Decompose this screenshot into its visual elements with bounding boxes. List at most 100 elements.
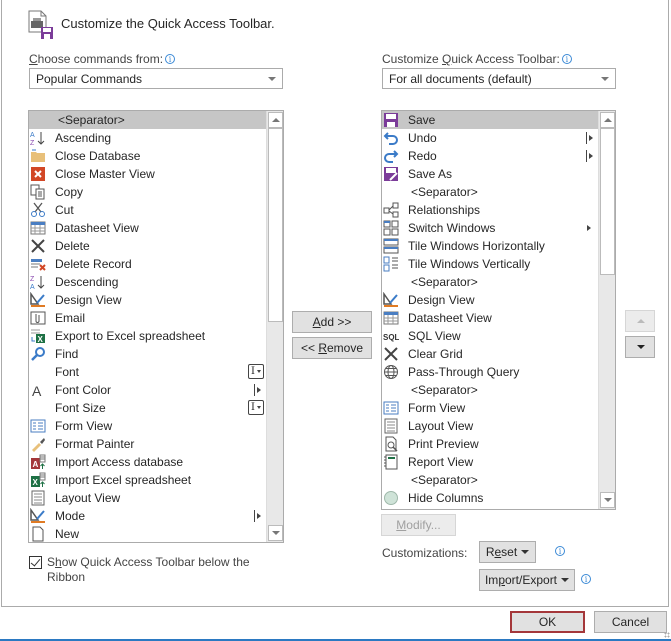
chevron-down-icon: [561, 578, 570, 582]
list-item-label: <Separator>: [411, 275, 478, 289]
separator-item[interactable]: <Separator>: [29, 111, 266, 129]
reset-button[interactable]: Reset: [479, 541, 536, 563]
import-export-button[interactable]: Import/Export: [479, 569, 575, 591]
available-commands-list[interactable]: <Separator> A Z Ascending Close Database Clos…: [28, 110, 284, 543]
list-item[interactable]: Save As: [382, 165, 598, 183]
list-item[interactable]: X Export to Excel spreadsheet: [29, 327, 266, 345]
list-item[interactable]: A Font Color: [29, 381, 266, 399]
list-item[interactable]: Datasheet View: [382, 309, 598, 327]
separator-item[interactable]: <Separator>: [382, 381, 598, 399]
list-item[interactable]: Email: [29, 309, 266, 327]
list-item[interactable]: SQL SQL View: [382, 327, 598, 345]
separator-item[interactable]: <Separator>: [382, 273, 598, 291]
list-item[interactable]: Datasheet View: [29, 219, 266, 237]
list-item[interactable]: Save: [382, 111, 598, 129]
list-item[interactable]: Layout View: [29, 489, 266, 507]
list-item[interactable]: Hide Columns: [382, 489, 598, 507]
separator-item[interactable]: <Separator>: [382, 471, 598, 489]
import-access-icon: A: [30, 454, 46, 470]
list-item[interactable]: Report View: [382, 453, 598, 471]
list-item[interactable]: Find: [29, 345, 266, 363]
list-item[interactable]: Form View: [382, 399, 598, 417]
info-icon[interactable]: i: [581, 574, 591, 584]
info-icon[interactable]: i: [165, 54, 176, 64]
list-item[interactable]: Switch Windows: [382, 219, 598, 237]
list-item-label: <Separator>: [411, 185, 478, 199]
list-item[interactable]: Font I: [29, 363, 266, 381]
list-item[interactable]: New: [29, 525, 266, 542]
list-item[interactable]: Cut: [29, 201, 266, 219]
print-preview-icon: [383, 436, 399, 452]
scroll-up-button[interactable]: [268, 112, 283, 128]
button-label: odify...: [406, 518, 441, 532]
cancel-button[interactable]: Cancel: [594, 611, 667, 633]
list-item[interactable]: Undo: [382, 129, 598, 147]
list-item[interactable]: Copy: [29, 183, 266, 201]
form-view-icon: [383, 400, 399, 416]
separator-item[interactable]: <Separator>: [382, 183, 598, 201]
list-item[interactable]: Design View: [29, 291, 266, 309]
choose-commands-label: Choose commands from: i: [29, 52, 176, 66]
toolbar-commands-items: Save Undo Redo Save As <Separator> Relationsh…: [382, 111, 598, 507]
modify-button[interactable]: Modify...: [381, 514, 456, 536]
list-item[interactable]: Clear Grid: [382, 345, 598, 363]
layout-view-icon: [383, 418, 399, 434]
customize-toolbar-dropdown[interactable]: For all documents (default): [382, 68, 616, 89]
scrollbar-thumb[interactable]: [268, 128, 283, 322]
list-item[interactable]: Delete Record: [29, 255, 266, 273]
list-item[interactable]: Tile Windows Vertically: [382, 255, 598, 273]
resize-grip[interactable]: [664, 632, 670, 638]
show-below-ribbon-label[interactable]: Show Quick Access Toolbar below the Ribb…: [47, 555, 267, 585]
scroll-down-button[interactable]: [600, 492, 615, 508]
right-scrollbar[interactable]: [598, 111, 615, 509]
list-item-label: Design View: [55, 293, 122, 307]
list-item[interactable]: Close Database: [29, 147, 266, 165]
dropdown-value: For all documents (default): [389, 72, 532, 86]
toolbar-commands-list[interactable]: Save Undo Redo Save As <Separator> Relationsh…: [381, 110, 616, 510]
remove-button[interactable]: << Remove: [292, 337, 372, 359]
list-item-label: Form View: [408, 401, 466, 415]
info-icon[interactable]: i: [555, 546, 565, 556]
scroll-down-button[interactable]: [268, 525, 283, 541]
list-item[interactable]: Pass-Through Query: [382, 363, 598, 381]
left-scrollbar[interactable]: [266, 111, 283, 542]
list-item[interactable]: Relationships: [382, 201, 598, 219]
list-item[interactable]: A Import Access database: [29, 453, 266, 471]
email-attachment-icon: [30, 310, 46, 326]
scrollbar-thumb[interactable]: [600, 128, 615, 275]
list-item[interactable]: Print Preview: [382, 435, 598, 453]
accel-key: M: [396, 518, 407, 532]
info-icon[interactable]: i: [561, 54, 572, 64]
list-item[interactable]: Font Size I: [29, 399, 266, 417]
list-item[interactable]: Format Painter: [29, 435, 266, 453]
list-item[interactable]: Tile Windows Horizontally: [382, 237, 598, 255]
list-item[interactable]: X Import Excel spreadsheet: [29, 471, 266, 489]
list-item[interactable]: Redo: [382, 147, 598, 165]
delete-x-icon: [383, 346, 399, 362]
layout-view-icon: [30, 490, 46, 506]
list-item[interactable]: A Z Ascending: [29, 129, 266, 147]
choose-commands-dropdown[interactable]: Popular Commands: [29, 68, 283, 89]
list-item[interactable]: Mode: [29, 507, 266, 525]
list-item[interactable]: Close Master View: [29, 165, 266, 183]
add-button[interactable]: Add >>: [292, 311, 372, 333]
list-item[interactable]: Z A Descending: [29, 273, 266, 291]
list-item-label: Save As: [408, 167, 453, 181]
scroll-up-button[interactable]: [600, 112, 615, 128]
list-item-label: Import Excel spreadsheet: [55, 473, 192, 487]
tile-vertical-icon: [383, 256, 399, 272]
svg-text:X: X: [38, 335, 44, 344]
list-item-label: Find: [55, 347, 79, 361]
list-item[interactable]: Layout View: [382, 417, 598, 435]
list-item[interactable]: Design View: [382, 291, 598, 309]
button-label: dd >>: [320, 315, 352, 329]
move-up-button[interactable]: [625, 310, 655, 332]
ok-button[interactable]: OK: [510, 611, 585, 633]
list-item-label: Close Database: [55, 149, 141, 163]
list-item-label: <Separator>: [411, 383, 478, 397]
show-below-ribbon-checkbox[interactable]: [29, 556, 42, 569]
list-item[interactable]: Form View: [29, 417, 266, 435]
button-label: <<: [300, 341, 319, 355]
move-down-button[interactable]: [625, 336, 655, 358]
list-item[interactable]: Delete: [29, 237, 266, 255]
